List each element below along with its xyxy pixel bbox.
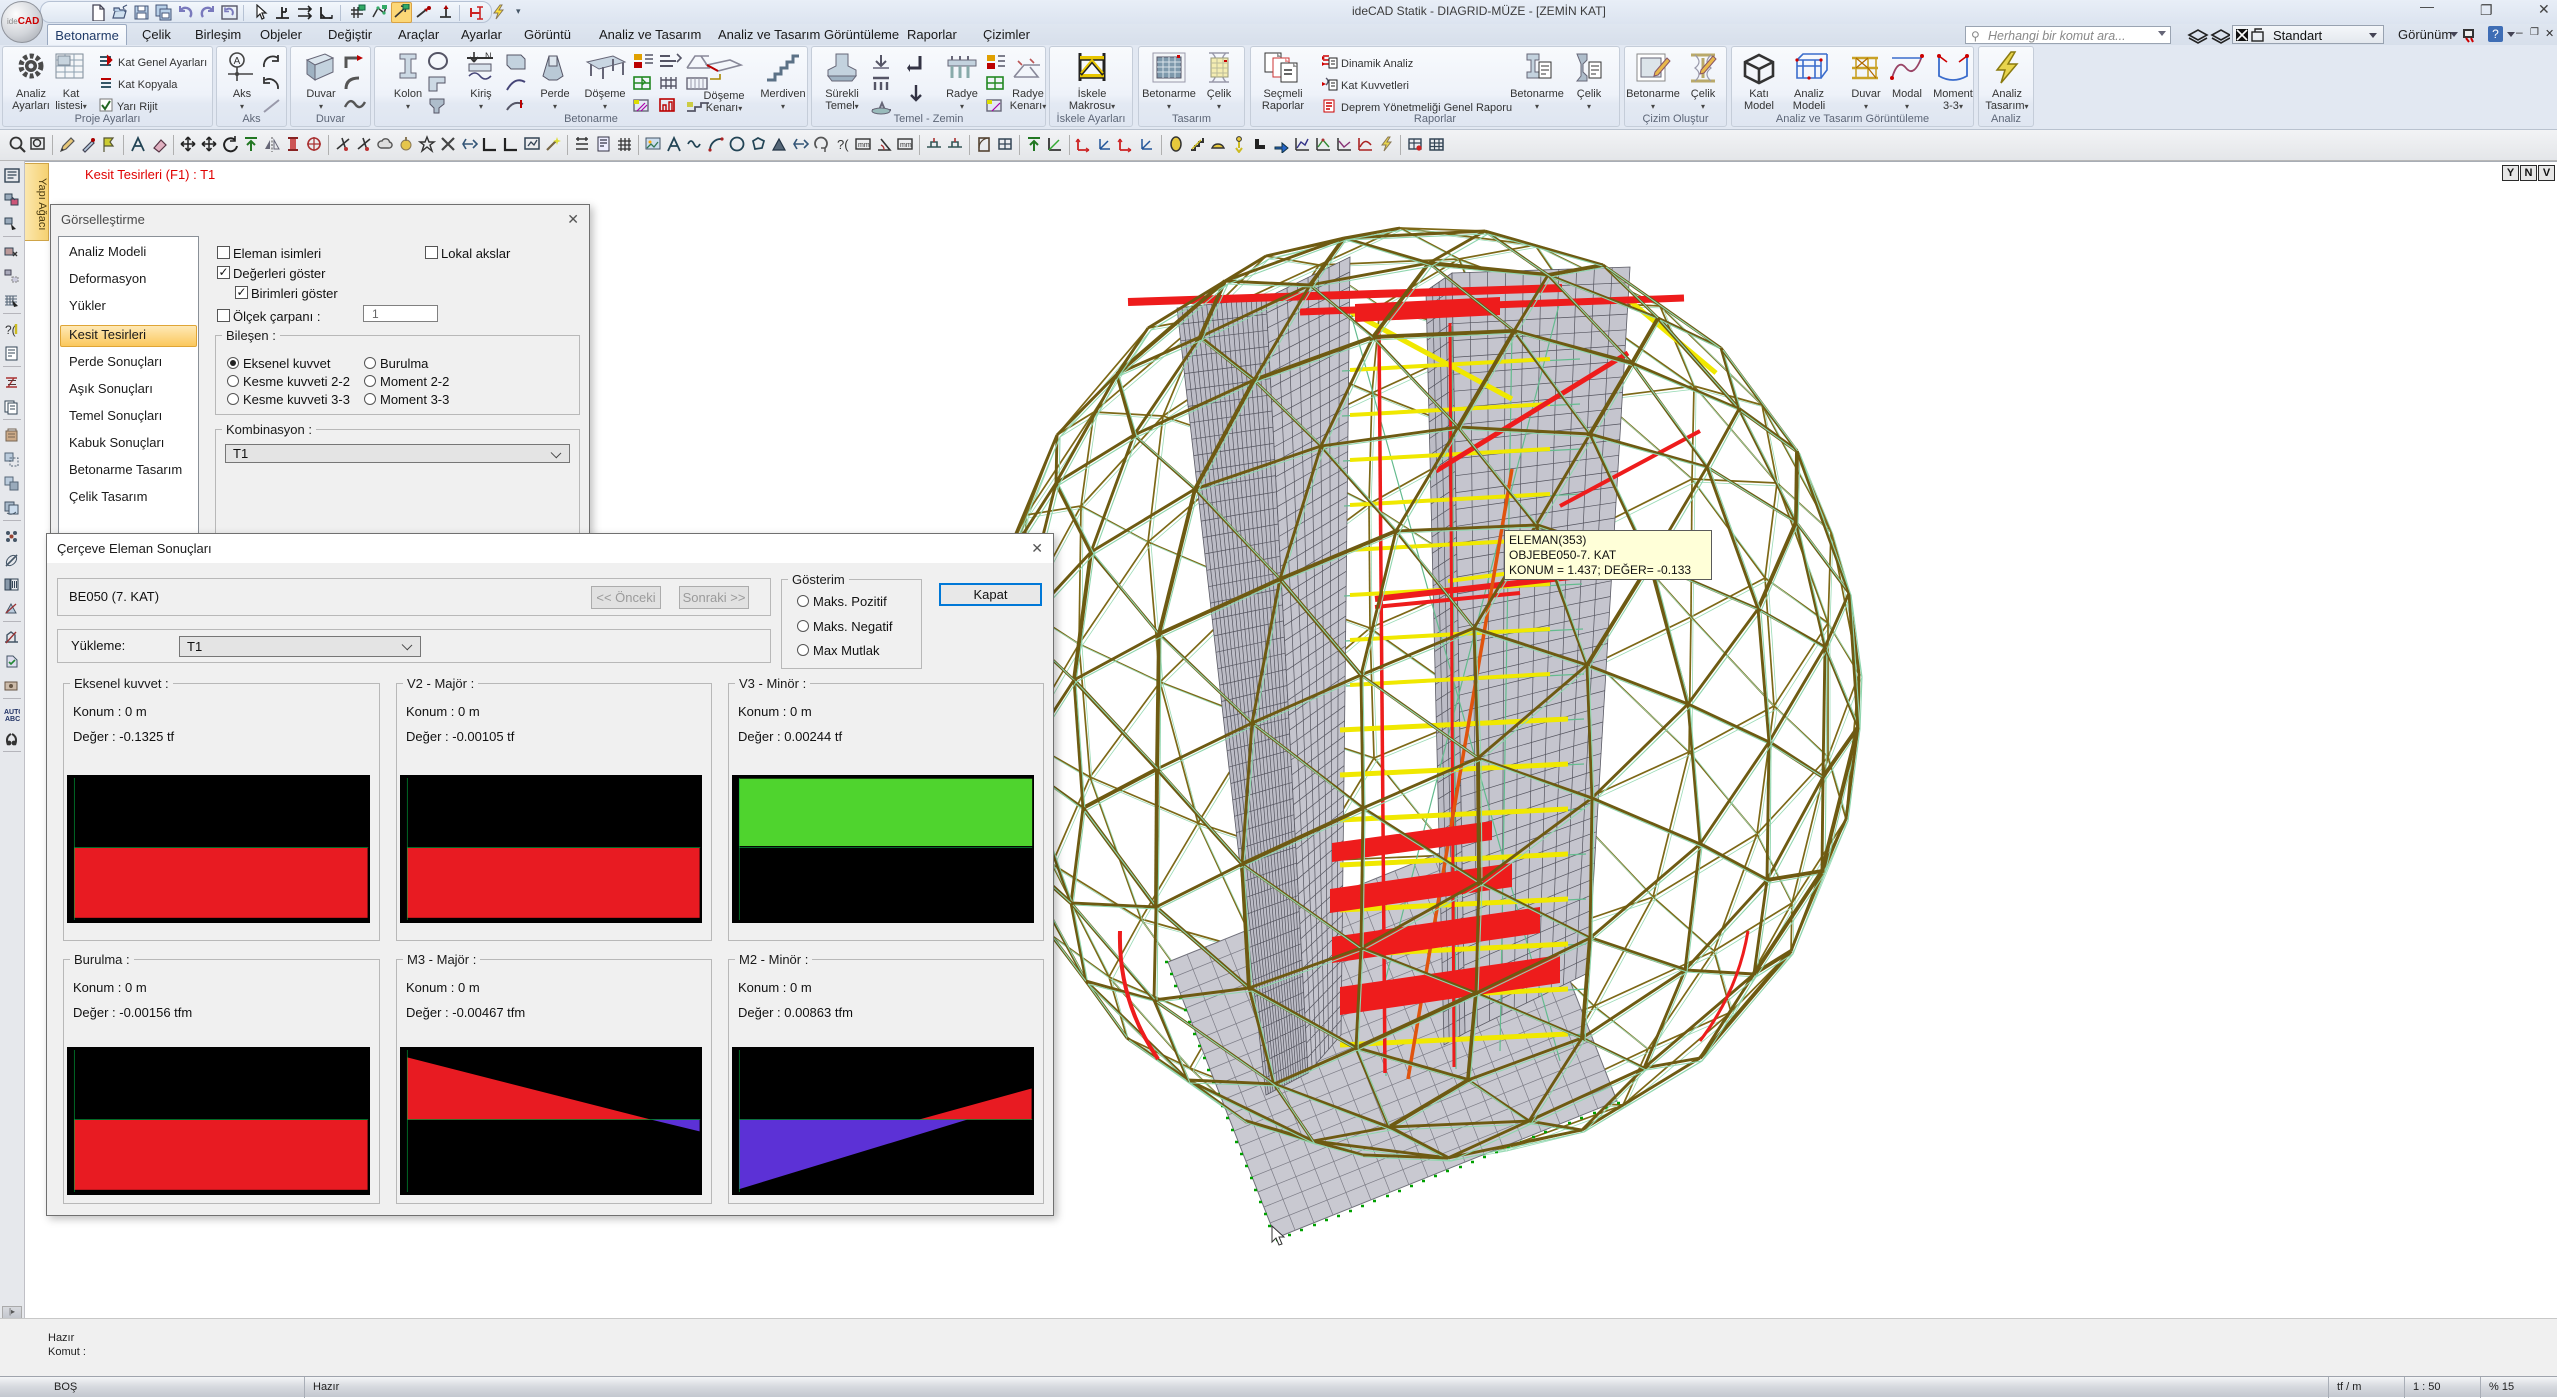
svg-text:?(: ?( bbox=[5, 323, 16, 337]
svg-text:?(: ?( bbox=[837, 137, 849, 152]
svg-text:ABC: ABC bbox=[5, 716, 20, 723]
svg-text:mm: mm bbox=[900, 142, 912, 149]
svg-text:mm: mm bbox=[858, 142, 870, 149]
svg-text:AUTO: AUTO bbox=[4, 709, 20, 716]
svg-text:A: A bbox=[234, 56, 241, 67]
svg-text:N: N bbox=[485, 51, 492, 61]
